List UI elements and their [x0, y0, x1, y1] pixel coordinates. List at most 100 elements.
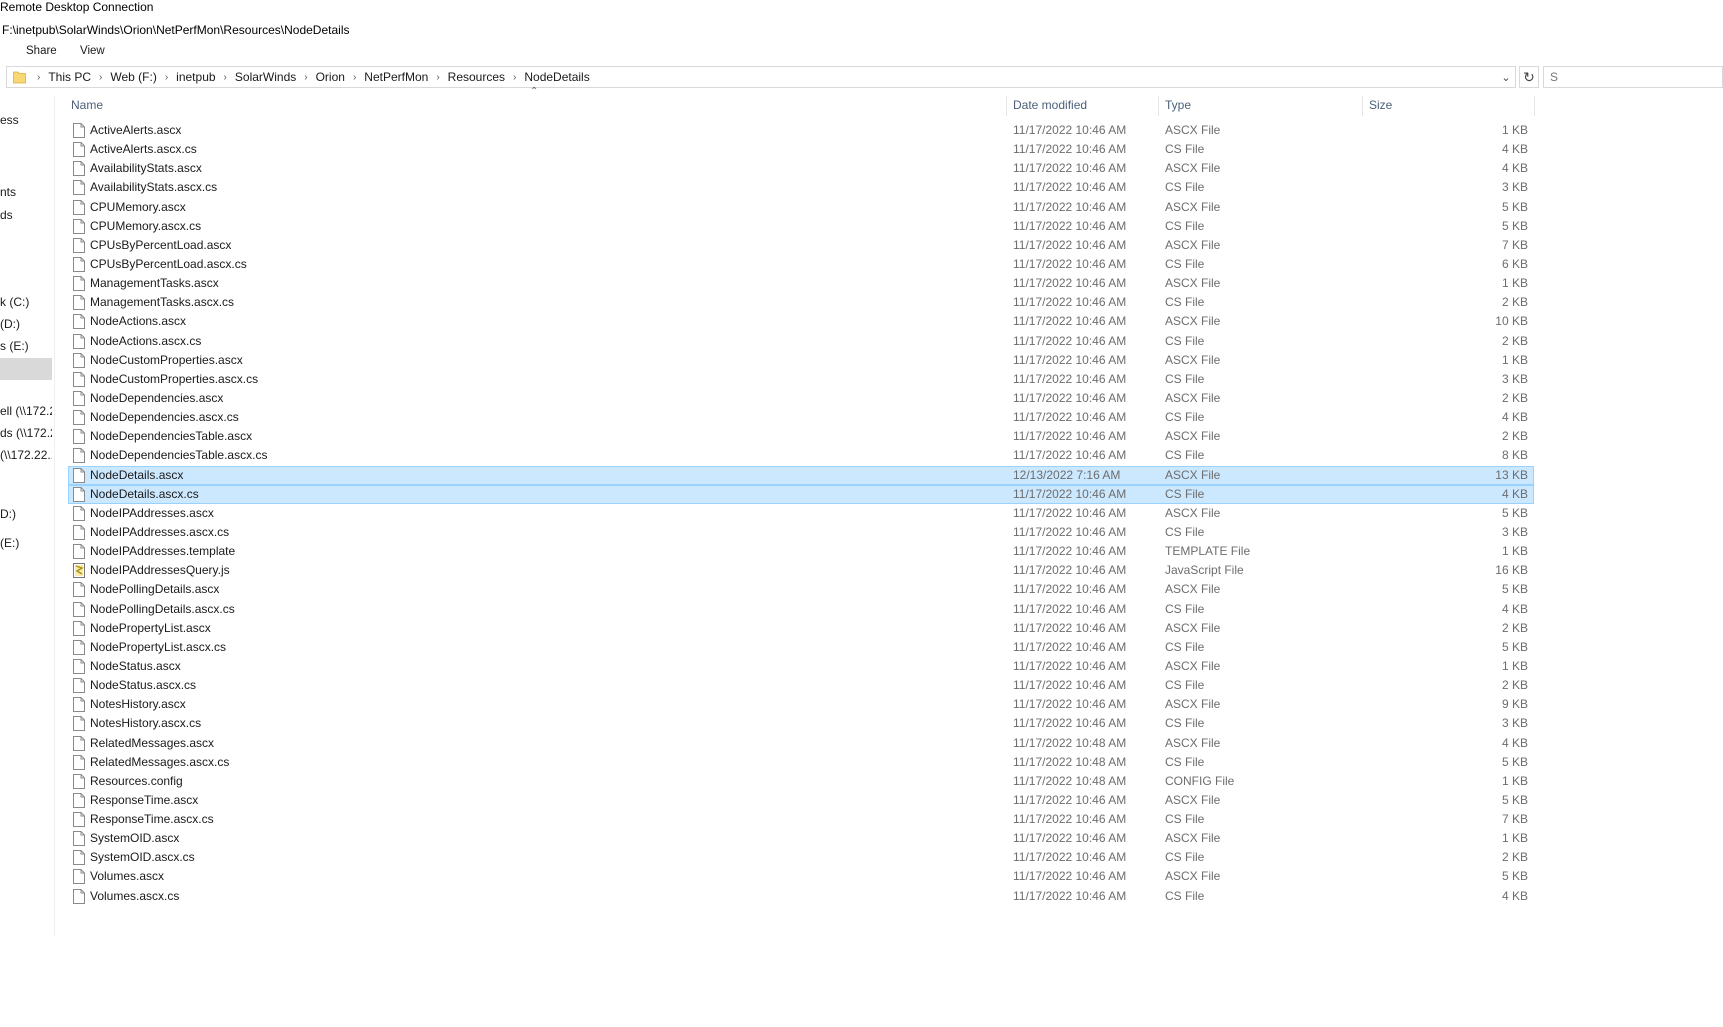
file-row[interactable]: NodeCustomProperties.ascx 11/17/2022 10:4…	[68, 351, 1534, 370]
file-row[interactable]: AvailabilityStats.ascx.cs 11/17/2022 10:4…	[68, 178, 1534, 197]
chevron-right-icon[interactable]: ›	[165, 72, 168, 83]
file-size: 1 KB	[1501, 658, 1528, 673]
breadcrumb-item[interactable]: inetpub	[176, 70, 215, 84]
chevron-right-icon[interactable]: ›	[304, 72, 307, 83]
address-bar[interactable]: › This PC › Web (F:) › inetpub › SolarWinds › Ori…	[6, 66, 1516, 88]
file-icon	[73, 658, 85, 674]
file-size: 4 KB	[1501, 142, 1528, 157]
breadcrumb-item[interactable]: Resources	[448, 70, 505, 84]
breadcrumb-item[interactable]: This PC	[48, 70, 91, 84]
nav-item[interactable]: D:)	[0, 505, 16, 523]
file-row[interactable]: SystemOID.ascx.cs 11/17/2022 10:46 AM CS F…	[68, 848, 1534, 867]
nav-item[interactable]: (E:)	[0, 534, 19, 552]
file-row[interactable]: ActiveAlerts.ascx 11/17/2022 10:46 AM ASCX…	[68, 121, 1534, 140]
nav-item[interactable]: k (C:)	[0, 293, 29, 311]
file-row[interactable]: NodePollingDetails.ascx.cs 11/17/2022 10:…	[68, 600, 1534, 619]
file-name: NodeIPAddresses.ascx.cs	[90, 524, 230, 539]
file-row[interactable]: Volumes.ascx 11/17/2022 10:46 AM ASCX File…	[68, 867, 1534, 886]
chevron-right-icon[interactable]: ›	[353, 72, 356, 83]
chevron-right-icon[interactable]: ›	[99, 72, 102, 83]
file-row[interactable]: SystemOID.ascx 11/17/2022 10:46 AM ASCX Fi…	[68, 829, 1534, 848]
file-row[interactable]: NodeActions.ascx.cs 11/17/2022 10:46 AM CS…	[68, 332, 1534, 351]
address-history-dropdown[interactable]: ⌄	[1497, 67, 1515, 87]
file-icon	[73, 524, 85, 540]
ribbon-tab-share[interactable]: Share	[26, 43, 57, 59]
chevron-right-icon[interactable]: ›	[513, 72, 516, 83]
file-row[interactable]: NodeIPAddresses.ascx 11/17/2022 10:46 AM A…	[68, 504, 1534, 523]
file-row[interactable]: CPUMemory.ascx.cs 11/17/2022 10:46 AM CS F…	[68, 217, 1534, 236]
breadcrumb-item[interactable]: NetPerfMon	[364, 70, 428, 84]
file-row[interactable]: NodeStatus.ascx.cs 11/17/2022 10:46 AM CS …	[68, 676, 1534, 695]
file-row[interactable]: NotesHistory.ascx.cs 11/17/2022 10:46 AM C…	[68, 714, 1534, 733]
column-separator[interactable]	[1534, 96, 1535, 116]
column-separator[interactable]	[1158, 96, 1159, 116]
file-type: CS File	[1165, 180, 1205, 195]
file-row[interactable]: RelatedMessages.ascx.cs 11/17/2022 10:48 …	[68, 753, 1534, 772]
file-row[interactable]: ResponseTime.ascx.cs 11/17/2022 10:46 AM C…	[68, 810, 1534, 829]
file-icon	[73, 218, 85, 234]
file-row[interactable]: RelatedMessages.ascx 11/17/2022 10:48 AM A…	[68, 734, 1534, 753]
file-size: 5 KB	[1501, 869, 1528, 884]
file-row[interactable]: NotesHistory.ascx 11/17/2022 10:46 AM ASCX…	[68, 695, 1534, 714]
nav-item[interactable]: ds	[0, 206, 13, 224]
file-row[interactable]: NodeCustomProperties.ascx.cs 11/17/2022 1…	[68, 370, 1534, 389]
nav-item[interactable]	[0, 358, 52, 380]
breadcrumb-item[interactable]: Web (F:)	[110, 70, 156, 84]
file-type: ASCX File	[1165, 352, 1221, 367]
refresh-button[interactable]: ↻	[1519, 66, 1539, 88]
file-row[interactable]: NodeDependenciesTable.ascx.cs 11/17/2022 …	[68, 446, 1534, 465]
file-icon	[73, 544, 85, 560]
chevron-right-icon[interactable]: ›	[224, 72, 227, 83]
nav-item[interactable]: (\\172.22.14	[0, 446, 52, 464]
breadcrumb-item[interactable]: SolarWinds	[235, 70, 296, 84]
file-row[interactable]: NodePollingDetails.ascx 11/17/2022 10:46 …	[68, 580, 1534, 599]
nav-item[interactable]: s (E:)	[0, 337, 29, 355]
nav-item[interactable]: ds (\\172.2	[0, 424, 52, 442]
nav-item[interactable]: ell (\\172.2	[0, 402, 52, 420]
column-separator[interactable]	[1362, 96, 1363, 116]
file-row[interactable]: NodeIPAddresses.template 11/17/2022 10:46…	[68, 542, 1534, 561]
column-header-date-modified[interactable]: Date modified	[1013, 96, 1087, 114]
file-row[interactable]: Resources.config 11/17/2022 10:48 AM CONFI…	[68, 772, 1534, 791]
column-header-size[interactable]: Size	[1369, 96, 1392, 114]
column-separator[interactable]	[1006, 96, 1007, 116]
file-date-modified: 11/17/2022 10:46 AM	[1013, 812, 1127, 827]
nav-item[interactable]: nts	[0, 183, 16, 201]
file-row[interactable]: NodePropertyList.ascx 11/17/2022 10:46 AM…	[68, 619, 1534, 638]
column-header-type[interactable]: Type	[1165, 96, 1191, 114]
nav-item[interactable]: ess	[0, 111, 19, 129]
file-row[interactable]: NodeDependencies.ascx.cs 11/17/2022 10:46…	[68, 408, 1534, 427]
file-row[interactable]: NodeDependencies.ascx 11/17/2022 10:46 AM…	[68, 389, 1534, 408]
file-row[interactable]: NodeDetails.ascx.cs 11/17/2022 10:46 AM CS…	[68, 484, 1534, 504]
chevron-right-icon[interactable]: ›	[436, 72, 439, 83]
file-row[interactable]: ManagementTasks.ascx 11/17/2022 10:46 AM A…	[68, 274, 1534, 293]
file-row[interactable]: NodeIPAddresses.ascx.cs 11/17/2022 10:46 …	[68, 523, 1534, 542]
file-row[interactable]: NodeDependenciesTable.ascx 11/17/2022 10:…	[68, 427, 1534, 446]
file-row[interactable]: NodePropertyList.ascx.cs 11/17/2022 10:46…	[68, 638, 1534, 657]
file-row[interactable]: ActiveAlerts.ascx.cs 11/17/2022 10:46 AM C…	[68, 140, 1534, 159]
breadcrumb-item[interactable]: NodeDetails	[524, 70, 589, 84]
file-row[interactable]: NodeActions.ascx 11/17/2022 10:46 AM ASCX …	[68, 312, 1534, 331]
nav-item[interactable]: (D:)	[0, 315, 20, 333]
file-row[interactable]: ManagementTasks.ascx.cs 11/17/2022 10:46 …	[68, 293, 1534, 312]
file-type: ASCX File	[1165, 467, 1221, 482]
file-row[interactable]: NodeIPAddressesQuery.js 11/17/2022 10:46 …	[68, 561, 1534, 580]
file-size: 5 KB	[1501, 218, 1528, 233]
file-date-modified: 11/17/2022 10:46 AM	[1013, 352, 1127, 367]
file-row[interactable]: ResponseTime.ascx 11/17/2022 10:46 AM ASCX…	[68, 791, 1534, 810]
file-row[interactable]: Volumes.ascx.cs 11/17/2022 10:46 AM CS Fil…	[68, 887, 1534, 906]
search-input[interactable]: S	[1543, 66, 1723, 88]
file-icon	[73, 620, 85, 636]
file-icon	[73, 333, 85, 349]
file-row[interactable]: CPUsByPercentLoad.ascx 11/17/2022 10:46 A…	[68, 236, 1534, 255]
ribbon-tab-view[interactable]: View	[80, 43, 105, 59]
file-row[interactable]: AvailabilityStats.ascx 11/17/2022 10:46 A…	[68, 159, 1534, 178]
file-row[interactable]: NodeStatus.ascx 11/17/2022 10:46 AM ASCX F…	[68, 657, 1534, 676]
file-row[interactable]: NodeDetails.ascx 12/13/2022 7:16 AM ASCX F…	[68, 465, 1534, 485]
chevron-right-icon[interactable]: ›	[37, 72, 40, 83]
file-row[interactable]: CPUsByPercentLoad.ascx.cs 11/17/2022 10:4…	[68, 255, 1534, 274]
file-row[interactable]: CPUMemory.ascx 11/17/2022 10:46 AM ASCX Fi…	[68, 198, 1534, 217]
breadcrumb-item[interactable]: Orion	[316, 70, 345, 84]
nav-pane-divider[interactable]	[54, 96, 55, 936]
column-header-name[interactable]: Name	[71, 96, 103, 114]
